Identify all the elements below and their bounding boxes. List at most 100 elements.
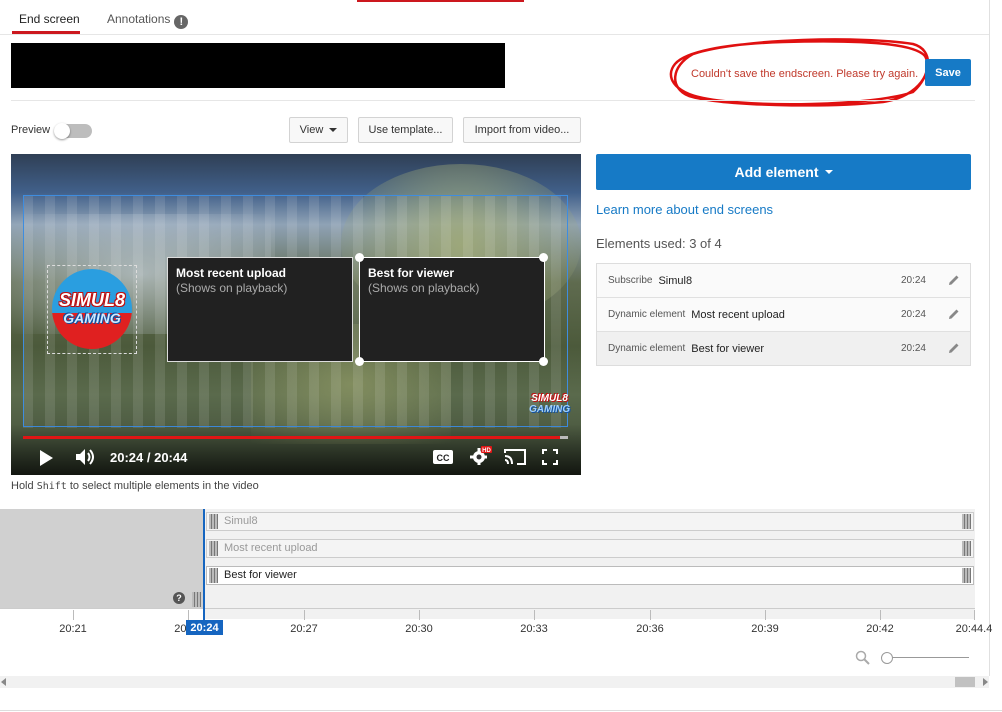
track-label: Simul8 xyxy=(224,515,258,527)
element-row-best-for-viewer[interactable]: Dynamic element Best for viewer 20:24 xyxy=(597,332,970,365)
ruler-tick xyxy=(534,610,535,620)
ruler-tick xyxy=(419,610,420,620)
cc-icon[interactable]: CC xyxy=(433,450,453,464)
resize-handle[interactable] xyxy=(539,253,548,262)
ruler-tick xyxy=(650,610,651,620)
element-time: 20:24 xyxy=(900,309,926,320)
divider xyxy=(0,34,989,35)
ruler-tick-label: 20:27 xyxy=(290,623,318,635)
element-title: Best for viewer xyxy=(368,266,455,280)
resize-handle[interactable] xyxy=(355,357,364,366)
video-progress-bar[interactable] xyxy=(23,436,568,439)
zoom-slider-track[interactable] xyxy=(886,657,969,658)
ruler-tick xyxy=(765,610,766,620)
import-from-video-button[interactable]: Import from video... xyxy=(463,117,581,143)
watermark-text: SIMUL8 xyxy=(531,393,568,404)
dynamic-element-best-for-viewer[interactable]: Best for viewer (Shows on playback) xyxy=(359,257,545,362)
pencil-icon[interactable] xyxy=(948,342,960,354)
ruler-tick xyxy=(73,610,74,620)
view-button[interactable]: View xyxy=(289,117,348,143)
current-time-badge[interactable]: 20:24 xyxy=(186,620,223,635)
scroll-right-arrow[interactable] xyxy=(983,678,988,686)
logo-text: GAMING xyxy=(63,310,121,326)
tab-end-screen[interactable]: End screen xyxy=(19,12,80,26)
track-end-handle[interactable] xyxy=(962,541,971,556)
element-time: 20:24 xyxy=(900,275,926,286)
panel-border xyxy=(989,0,990,676)
toggle-knob xyxy=(54,123,70,139)
scroll-left-arrow[interactable] xyxy=(1,678,6,686)
element-subtitle: (Shows on playback) xyxy=(176,281,288,295)
preview-label: Preview xyxy=(11,124,51,136)
scrollbar-thumb[interactable] xyxy=(955,677,975,687)
timeline-ruler xyxy=(0,608,975,609)
caret-down-icon xyxy=(824,170,833,174)
ruler-tick-label: 20:33 xyxy=(520,623,548,635)
add-element-button[interactable]: Add element xyxy=(596,154,971,190)
timeline-track-best-for-viewer[interactable]: Best for viewer xyxy=(206,566,974,585)
ruler-tick xyxy=(880,610,881,620)
shift-key: Shift xyxy=(36,481,67,492)
video-time: 20:24 / 20:44 xyxy=(110,450,188,465)
cast-icon[interactable] xyxy=(504,449,526,465)
element-subtitle: (Shows on playback) xyxy=(368,281,480,295)
zoom-slider-knob[interactable] xyxy=(881,652,893,664)
use-template-button[interactable]: Use template... xyxy=(358,117,453,143)
watermark-text: GAMING xyxy=(529,404,571,415)
timeline-track-most-recent[interactable]: Most recent upload xyxy=(206,539,974,558)
element-name: Best for viewer xyxy=(691,342,765,355)
track-end-handle[interactable] xyxy=(962,568,971,583)
resize-handle[interactable] xyxy=(355,253,364,262)
elements-used-count: Elements used: 3 of 4 xyxy=(596,236,722,251)
element-time: 20:24 xyxy=(900,343,926,354)
learn-more-link[interactable]: Learn more about end screens xyxy=(596,202,773,217)
element-type: Subscribe xyxy=(608,275,653,286)
caret-down-icon xyxy=(329,128,338,132)
resize-handle[interactable] xyxy=(539,357,548,366)
ruler-tick-label: 20:36 xyxy=(636,623,664,635)
zoom-icon xyxy=(855,650,870,665)
ruler-tick xyxy=(188,610,189,620)
top-accent-bar xyxy=(357,0,524,2)
tab-label: End screen xyxy=(19,12,80,26)
save-button[interactable]: Save xyxy=(925,59,971,86)
preview-toggle[interactable] xyxy=(54,123,92,139)
track-end-handle[interactable] xyxy=(962,514,971,529)
settings-hd-icon[interactable]: HD xyxy=(469,446,493,466)
pencil-icon[interactable] xyxy=(948,274,960,286)
pencil-icon[interactable] xyxy=(948,308,960,320)
element-list: Subscribe Simul8 20:24 Dynamic element M… xyxy=(596,263,971,366)
element-row-most-recent[interactable]: Dynamic element Most recent upload 20:24 xyxy=(597,298,970,332)
divider xyxy=(11,100,975,101)
timeline-track-subscribe[interactable]: Simul8 xyxy=(206,512,974,531)
svg-text:CC: CC xyxy=(437,453,450,463)
video-preview[interactable]: SIMUL8 GAMING Most recent upload (Shows … xyxy=(11,154,581,475)
element-type: Dynamic element xyxy=(608,343,686,354)
horizontal-scrollbar[interactable] xyxy=(0,676,989,688)
track-start-handle[interactable] xyxy=(209,541,218,556)
fullscreen-icon[interactable] xyxy=(542,449,558,465)
channel-watermark: SIMUL8 GAMING xyxy=(529,393,570,415)
timeline-before-range xyxy=(0,509,203,608)
ruler-tick-label: 20:30 xyxy=(405,623,433,635)
track-start-handle[interactable] xyxy=(209,568,218,583)
subscribe-element[interactable]: SIMUL8 GAMING xyxy=(47,265,137,354)
play-icon[interactable] xyxy=(38,449,54,467)
track-label: Most recent upload xyxy=(224,542,318,554)
playhead[interactable] xyxy=(203,509,205,623)
multi-select-hint: Hold Shift to select multiple elements i… xyxy=(11,480,259,492)
use-template-label: Use template... xyxy=(368,124,443,136)
tab-annotations[interactable]: Annotations! xyxy=(107,12,189,29)
help-icon[interactable]: ? xyxy=(173,592,185,604)
error-message: Couldn't save the endscreen. Please try … xyxy=(691,68,919,80)
volume-icon[interactable] xyxy=(75,447,97,467)
track-start-handle[interactable] xyxy=(209,514,218,529)
ruler-tick-label: 20:42 xyxy=(866,623,894,635)
element-row-subscribe[interactable]: Subscribe Simul8 20:24 xyxy=(597,264,970,298)
warning-icon: ! xyxy=(174,15,189,29)
tab-label: Annotations xyxy=(107,12,171,26)
track-label: Best for viewer xyxy=(224,569,297,581)
dynamic-element-most-recent[interactable]: Most recent upload (Shows on playback) xyxy=(167,257,353,362)
element-type: Dynamic element xyxy=(608,309,686,320)
range-start-handle[interactable] xyxy=(192,592,201,607)
